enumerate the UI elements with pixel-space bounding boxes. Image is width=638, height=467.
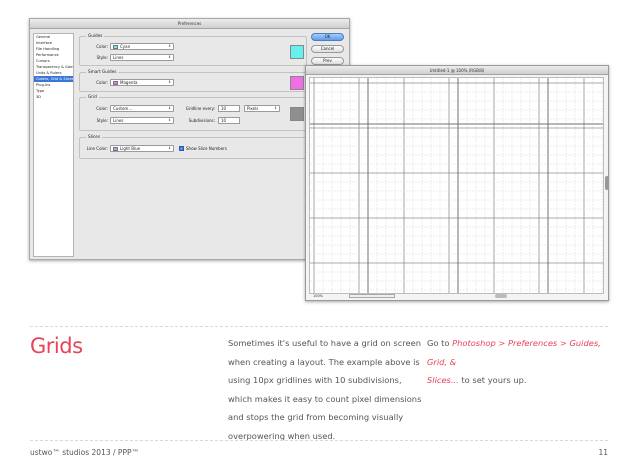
slices-line-color-label: Line Color: (86, 146, 108, 151)
subdivisions-input[interactable]: 10 (218, 117, 240, 124)
section-body-left: Sometimes it's useful to have a grid on … (228, 334, 424, 445)
body-line: which makes it easy to count pixel dimen… (228, 393, 422, 404)
slide-page: Preferences General Interface File Handlin… (0, 0, 638, 467)
menu-path-line2: Slices... (427, 375, 459, 385)
guides-color-swatch[interactable] (290, 45, 304, 59)
document-info-field[interactable] (349, 294, 395, 298)
grid-color-select[interactable]: Custom... ⇕ (110, 105, 174, 112)
guides-color-select[interactable]: Cyan ⇕ (110, 43, 174, 50)
preferences-content: Guides Color: Cyan ⇕ Style: Lines ⇕ Smart … (79, 33, 331, 257)
document-canvas[interactable] (309, 77, 604, 294)
page-number: 11 (598, 448, 608, 457)
grid-style-select[interactable]: Lines ⇕ (110, 117, 174, 124)
document-title: Untitled-1 @ 100% (RGB/8) (306, 66, 608, 75)
grid-style-value: Lines (113, 118, 124, 123)
body-line: when creating a layout. The example abov… (228, 356, 420, 367)
preferences-sidebar: General Interface File Handling Performance… (33, 33, 74, 257)
guides-style-select[interactable]: Lines ⇕ (110, 54, 174, 61)
checkmark-icon: ✓ (180, 146, 184, 151)
body2-prefix: Go to (427, 338, 453, 348)
slices-line-color-select[interactable]: Light Blue ⇕ (110, 145, 174, 152)
grid-style-label: Style: (96, 118, 108, 123)
guides-color-chip (113, 45, 118, 49)
subdivisions-label: Subdivisions: (188, 118, 215, 123)
divider-bottom (30, 440, 608, 441)
body-line: using 10px gridlines with 10 subdivision… (228, 375, 402, 385)
preferences-dialog: Preferences General Interface File Handlin… (29, 18, 350, 260)
smart-guides-color-swatch[interactable] (290, 76, 304, 90)
smart-guides-color-label: Color: (96, 80, 108, 85)
vertical-scroll-thumb[interactable] (605, 176, 609, 190)
chevron-down-icon: ⇕ (274, 106, 277, 110)
grid-label: Grid (86, 94, 99, 100)
cancel-button[interactable]: Cancel (311, 45, 344, 53)
smart-guides-group: Smart Guides Color: Magenta ⇕ (79, 69, 307, 92)
smart-guides-label: Smart Guides (86, 69, 119, 75)
ok-button[interactable]: OK (311, 33, 344, 41)
gridline-every-label: Gridline every: (185, 106, 215, 111)
body-line: and stops the grid from becoming visuall… (228, 412, 404, 422)
chevron-down-icon: ⇕ (168, 118, 171, 122)
slices-line-color-value: Light Blue (120, 146, 141, 151)
grid-color-label: Color: (96, 106, 108, 111)
gridline-unit-select[interactable]: Pixels ⇕ (244, 105, 280, 112)
grid-group: Grid Color: Custom... ⇕ Gridline every: 1… (79, 94, 307, 131)
chevron-down-icon: ⇕ (168, 106, 171, 110)
smart-guides-color-value: Magenta (120, 80, 138, 85)
slices-line-color-chip (113, 147, 118, 151)
gridline-every-input[interactable]: 10 (218, 105, 240, 112)
slices-group: Slices Line Color: Light Blue ⇕ ✓ Show Sl… (79, 134, 307, 159)
document-window: Untitled-1 @ 100% (RGB/8) 100% (305, 65, 609, 301)
body-line: Sometimes it's useful to have a grid on … (228, 338, 421, 348)
grid-overlay (310, 78, 603, 293)
guides-style-label: Style: (96, 55, 108, 60)
guides-color-value: Cyan (120, 44, 131, 49)
show-slice-numbers-label: Show Slice Numbers (186, 146, 227, 151)
body2-suffix: to set yours up. (458, 375, 527, 385)
guides-color-label: Color: (96, 44, 108, 49)
body-line: overpowering when used. (228, 430, 336, 441)
chevron-down-icon: ⇕ (168, 44, 171, 48)
show-slice-numbers-checkbox[interactable]: ✓ (179, 146, 184, 151)
chevron-down-icon: ⇕ (168, 55, 171, 59)
divider-top (30, 326, 608, 327)
grid-color-value: Custom... (113, 106, 133, 111)
guides-style-value: Lines (113, 55, 124, 60)
sidebar-item[interactable]: 3D (34, 94, 73, 100)
chevron-down-icon: ⇕ (168, 146, 171, 150)
smart-guides-color-select[interactable]: Magenta ⇕ (110, 79, 174, 86)
preferences-title: Preferences (30, 19, 349, 29)
section-body-right: Go to Photoshop > Preferences > Guides, … (427, 334, 613, 390)
footer-credit: ustwo™ studios 2013 / PPP™ (30, 448, 139, 457)
section-heading: Grids (30, 334, 83, 358)
chevron-down-icon: ⇕ (168, 80, 171, 84)
zoom-level[interactable]: 100% (313, 293, 323, 299)
smart-guides-color-chip (113, 81, 118, 85)
guides-group: Guides Color: Cyan ⇕ Style: Lines ⇕ (79, 33, 307, 66)
menu-path-line1: Photoshop > Preferences > Guides, Grid, … (427, 338, 601, 367)
guides-label: Guides (86, 33, 105, 39)
grid-color-swatch[interactable] (290, 107, 304, 121)
horizontal-scroll-thumb[interactable] (495, 294, 507, 298)
slices-label: Slices (86, 134, 103, 140)
prev-button[interactable]: Prev (311, 57, 344, 65)
gridline-unit-value: Pixels (247, 106, 259, 111)
document-status-bar: 100% (309, 293, 604, 299)
